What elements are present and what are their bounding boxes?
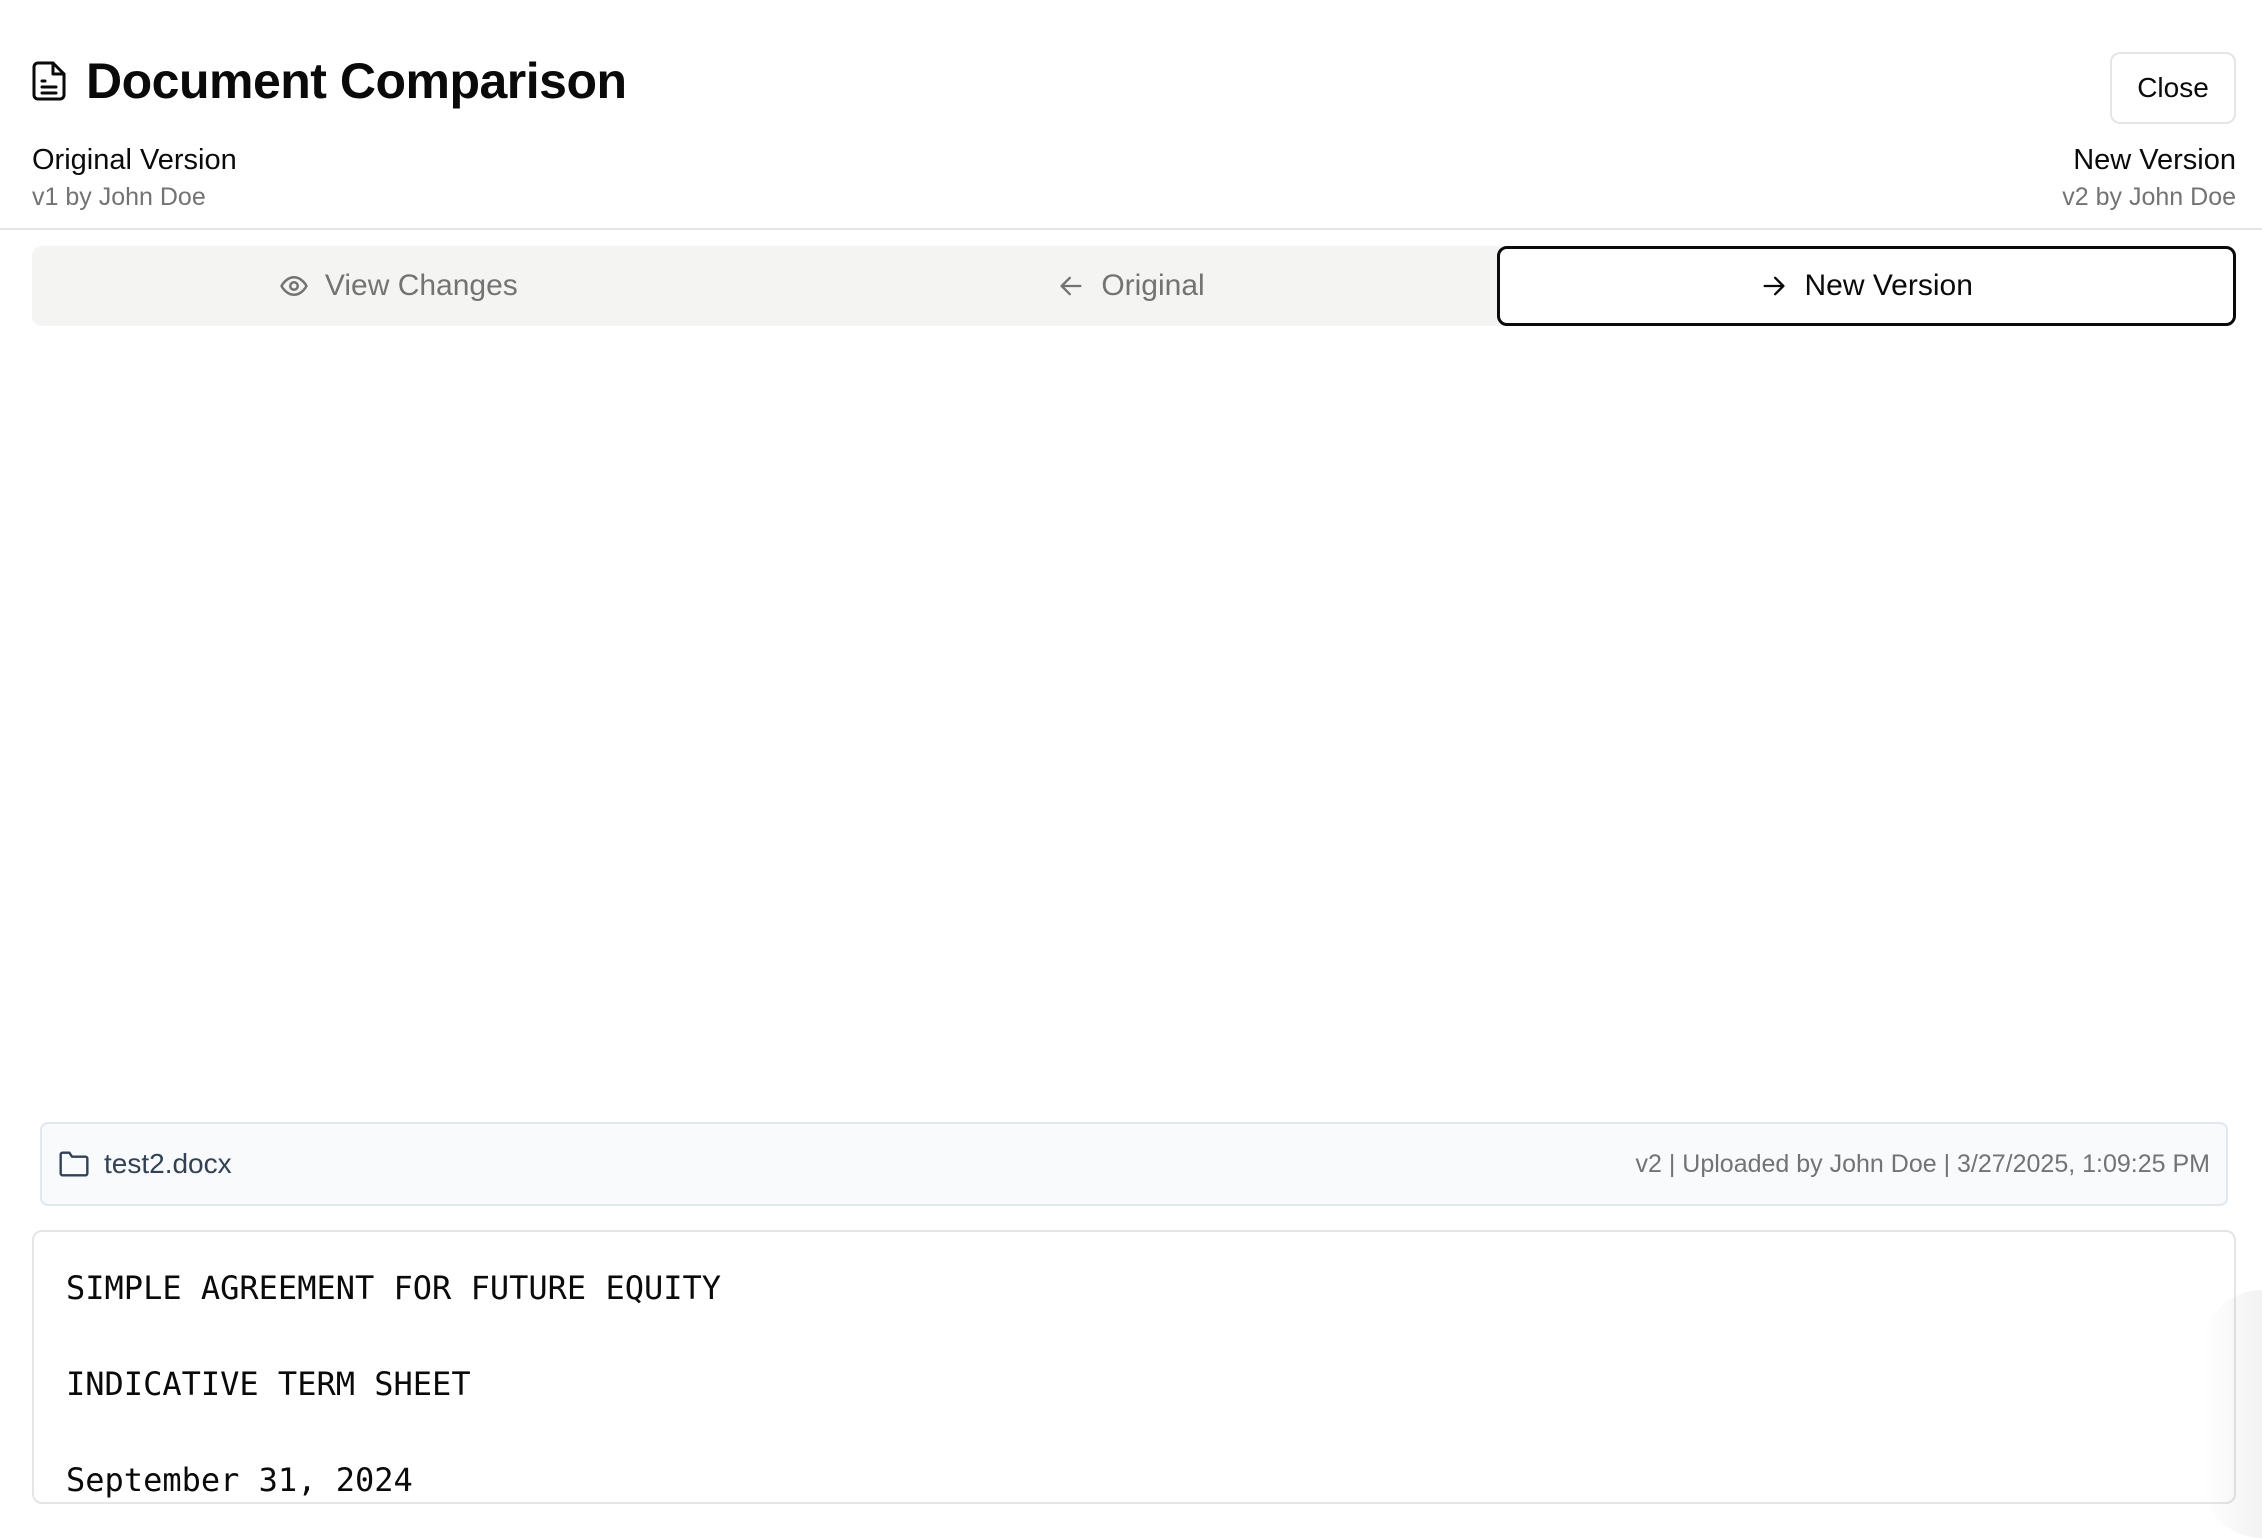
document-comparison-dialog: Document Comparison Close Original Versi… [0,0,2262,1538]
arrow-left-icon [1057,272,1085,300]
dialog-header: Document Comparison [32,52,627,110]
file-name: test2.docx [104,1148,232,1179]
file-info-bar: test2.docx v2 | Uploaded by John Doe | 3… [40,1122,2228,1206]
comparison-tabs: View Changes Original New Version [32,246,2237,326]
new-version-author: v2 by John Doe [2062,183,2236,211]
tab-new-version[interactable]: New Version [1497,246,2237,326]
document-icon [32,61,66,101]
file-metadata: v2 | Uploaded by John Doe | 3/27/2025, 1… [1635,1149,2211,1178]
file-name-group: test2.docx [58,1148,232,1180]
document-line: September 31, 2024 [66,1461,413,1499]
eye-icon [279,271,309,301]
header-divider [0,228,2262,230]
new-version-info: New Version v2 by John Doe [2062,142,2236,214]
scroll-shadow [2202,1290,2262,1538]
folder-icon [58,1150,90,1178]
original-version-label: Original Version [32,144,237,176]
document-line: SIMPLE AGREEMENT FOR FUTURE EQUITY [66,1269,722,1307]
tab-new-version-label: New Version [1804,269,1973,302]
close-button[interactable]: Close [2110,52,2236,124]
tab-original-label: Original [1101,269,1205,302]
document-content[interactable]: SIMPLE AGREEMENT FOR FUTURE EQUITY INDIC… [32,1230,2236,1504]
new-version-label: New Version [2073,144,2236,176]
tab-view-changes-label: View Changes [324,269,518,302]
page-title: Document Comparison [86,53,627,109]
document-line: INDICATIVE TERM SHEET [66,1365,471,1403]
tab-view-changes[interactable]: View Changes [32,246,765,326]
arrow-right-icon [1760,272,1788,300]
original-version-info: Original Version v1 by John Doe [32,142,237,214]
tab-original[interactable]: Original [765,246,1498,326]
original-version-author: v1 by John Doe [32,183,206,211]
